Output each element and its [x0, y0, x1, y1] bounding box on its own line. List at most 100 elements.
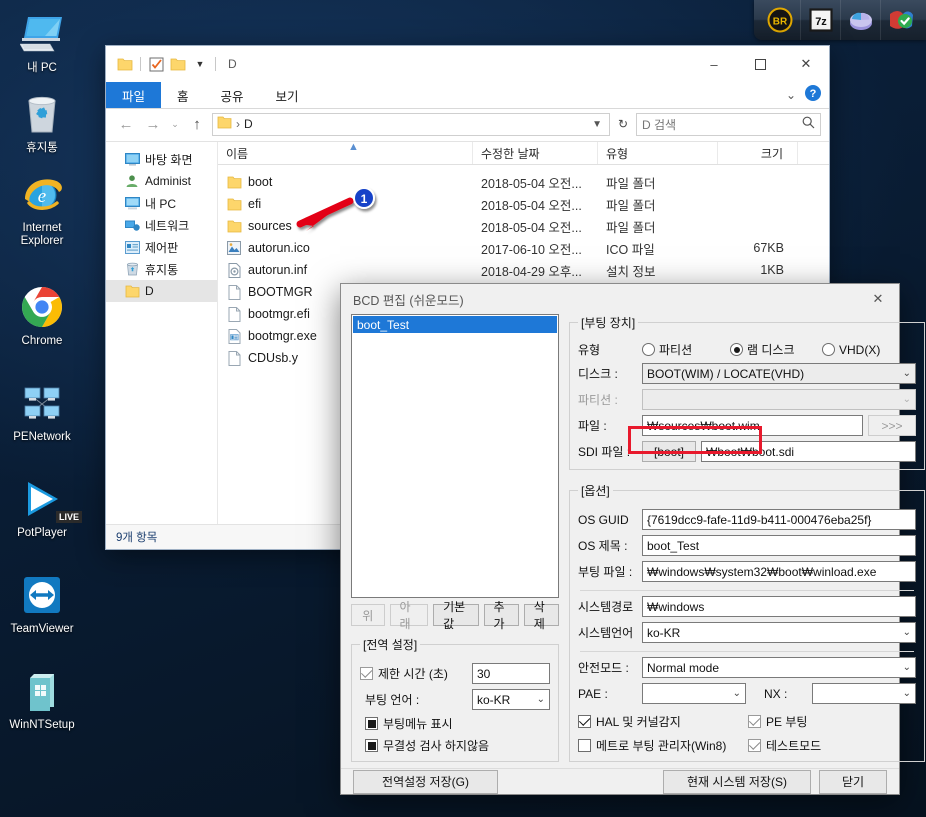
desktop-icon-label: WinNTSetup [9, 719, 75, 731]
defrag-pie-tray-icon[interactable] [840, 0, 880, 40]
radio-partition[interactable]: 파티션 [642, 341, 730, 358]
radio-ram-disk[interactable]: 램 디스크 [730, 341, 822, 358]
radio-vhd[interactable]: VHD(X) [822, 343, 880, 357]
help-icon[interactable]: ? [805, 84, 821, 106]
system-path-row: 시스템경로 ₩windows [578, 596, 916, 617]
sdi-file-input[interactable]: ₩boot₩boot.sdi [701, 441, 916, 462]
list-item[interactable]: boot_Test [353, 316, 557, 333]
table-row[interactable]: autorun.ico 2017-06-10 오전... ICO 파일 67KB [218, 237, 829, 259]
column-header-size[interactable]: 크기 [718, 142, 798, 164]
boot-entry-list[interactable]: boot_Test [351, 314, 559, 598]
generic-file-icon [226, 306, 242, 322]
desktop-icon-my-pc[interactable]: 내 PC [2, 6, 82, 80]
close-dialog-button[interactable]: 닫기 [819, 769, 887, 794]
pe-boot-checkbox[interactable]: PE 부팅 [748, 713, 807, 730]
column-header-type[interactable]: 유형 [598, 142, 718, 164]
ribbon-tab-share[interactable]: 공유 [205, 82, 260, 108]
exe-file-icon [226, 328, 242, 344]
qat-new-folder-icon[interactable] [167, 53, 189, 75]
boot-file-input[interactable]: ₩sources₩boot.wim [642, 415, 863, 436]
checkbox-box [578, 739, 591, 752]
type-row: 유형 파티션 램 디스크 VHD(X) [578, 341, 916, 358]
search-input[interactable]: D 검색 [636, 112, 821, 136]
nav-item-label: Administ [145, 174, 192, 188]
qat-folder-icon[interactable] [114, 53, 136, 75]
move-down-button[interactable]: 아래 [389, 600, 429, 631]
desktop-icon-winntsetup[interactable]: WinNTSetup [2, 663, 82, 737]
nav-item-network[interactable]: 네트워크 [106, 214, 217, 236]
column-header-date[interactable]: 수정한 날짜 [473, 142, 598, 164]
refresh-button[interactable]: ↻ [613, 113, 633, 136]
hal-kernel-detect-checkbox[interactable]: HAL 및 커널감지 [578, 713, 748, 730]
bcd-close-button[interactable]: ✕ [857, 284, 899, 314]
disk-select[interactable]: BOOT(WIM) / LOCATE(VHD) ⌄ [642, 363, 916, 384]
address-dropdown-icon[interactable]: ▼ [587, 119, 607, 130]
breadcrumb[interactable]: › D [217, 116, 253, 132]
desktop-icon-internet-explorer[interactable]: e Internet Explorer [2, 166, 82, 253]
forward-button[interactable]: → [141, 112, 165, 136]
address-bar[interactable]: › D ▼ [212, 112, 610, 136]
desktop-icon-recycle-bin[interactable]: 휴지통 [2, 86, 82, 160]
bcd-title-bar[interactable]: BCD 편집 (쉬운모드) ✕ [341, 284, 899, 314]
qat-properties-icon[interactable] [145, 53, 167, 75]
system-language-select[interactable]: ko-KR ⌄ [642, 622, 916, 643]
timeout-input[interactable]: 30 [472, 663, 550, 684]
save-current-system-button[interactable]: 현재 시스템 저장(S) [663, 769, 811, 794]
chevron-down-icon[interactable]: ⌄ [786, 88, 796, 102]
nav-item-administrator[interactable]: Administ [106, 170, 217, 192]
column-header-name[interactable]: 이름 [218, 142, 473, 164]
default-button[interactable]: 기본값 [433, 600, 479, 631]
desktop-icon-teamviewer[interactable]: TeamViewer [2, 567, 82, 641]
delete-button[interactable]: 삭제 [523, 600, 559, 631]
move-up-button[interactable]: 위 [351, 604, 385, 626]
safe-mode-select[interactable]: Normal mode ⌄ [642, 657, 916, 678]
save-global-settings-button[interactable]: 전역설정 저장(G) [353, 769, 498, 794]
test-mode-checkbox[interactable]: 테스트모드 [748, 737, 821, 754]
table-row[interactable]: sources 2018-05-04 오전... 파일 폴더 [218, 215, 829, 237]
explorer-title-bar[interactable]: ▼ D ‒ ✕ [106, 46, 829, 82]
ribbon-tab-view[interactable]: 보기 [260, 82, 315, 108]
boot-loader-file-input[interactable]: ₩windows₩system32₩boot₩winload.exe [642, 561, 916, 582]
breadcrumb-item-d[interactable]: D [244, 117, 253, 131]
nav-item-recycle-bin[interactable]: 휴지통 [106, 258, 217, 280]
table-row[interactable]: autorun.inf 2018-04-29 오후... 설치 정보 1KB [218, 259, 829, 281]
os-title-input[interactable]: boot_Test [642, 535, 916, 556]
desktop-icon-penetwork[interactable]: PENetwork [2, 375, 82, 449]
sdi-boot-button[interactable]: [boot] [642, 441, 696, 462]
chevron-down-icon: ⌄ [902, 688, 911, 699]
table-row[interactable]: efi 2018-05-04 오전... 파일 폴더 [218, 193, 829, 215]
table-row[interactable]: boot 2018-05-04 오전... 파일 폴더 [218, 171, 829, 193]
back-button[interactable]: ← [114, 112, 138, 136]
file-name: bootmgr.efi [248, 307, 310, 321]
recent-locations-button[interactable]: ⌄ [168, 112, 182, 136]
computer-icon [4, 10, 80, 58]
ribbon-tab-file[interactable]: 파일 [106, 82, 162, 108]
system-path-input[interactable]: ₩windows [642, 596, 916, 617]
no-integrity-check-checkbox[interactable]: 무결성 검사 하지않음 [365, 737, 489, 754]
timeout-checkbox[interactable]: 제한 시간 (초) [360, 665, 472, 682]
maximize-button[interactable] [737, 49, 783, 79]
minimize-button[interactable]: ‒ [691, 49, 737, 79]
nav-item-my-pc[interactable]: 내 PC [106, 192, 217, 214]
close-button[interactable]: ✕ [783, 49, 829, 79]
user-icon [124, 173, 140, 189]
bandizip-tray-icon[interactable]: BR [760, 0, 800, 40]
nav-item-desktop[interactable]: 바탕 화면 [106, 148, 217, 170]
add-button[interactable]: 추가 [483, 600, 519, 631]
desktop-icon-chrome[interactable]: Chrome [2, 279, 82, 353]
boot-language-select[interactable]: ko-KR ⌄ [472, 689, 550, 710]
nav-item-label: 휴지통 [145, 262, 179, 277]
show-boot-menu-checkbox[interactable]: 부팅메뉴 표시 [365, 715, 453, 732]
shield-check-tray-icon[interactable] [880, 0, 920, 40]
nx-select[interactable]: ⌄ [812, 683, 916, 704]
desktop-icon-potplayer[interactable]: LIVE PotPlayer [2, 471, 82, 545]
up-button[interactable]: ↑ [185, 112, 209, 136]
nav-item-d[interactable]: D [106, 280, 217, 302]
nav-item-control-panel[interactable]: 제어판 [106, 236, 217, 258]
metro-boot-manager-checkbox[interactable]: 메트로 부팅 관리자(Win8) [578, 737, 748, 754]
ribbon-tab-home[interactable]: 홈 [161, 82, 205, 108]
sevenzip-tray-icon[interactable]: 7z [800, 0, 840, 40]
os-guid-input[interactable]: {7619dcc9-fafe-11d9-b411-000476eba25f} [642, 509, 916, 530]
pae-select[interactable]: ⌄ [642, 683, 746, 704]
qat-dropdown-icon[interactable]: ▼ [189, 53, 211, 75]
